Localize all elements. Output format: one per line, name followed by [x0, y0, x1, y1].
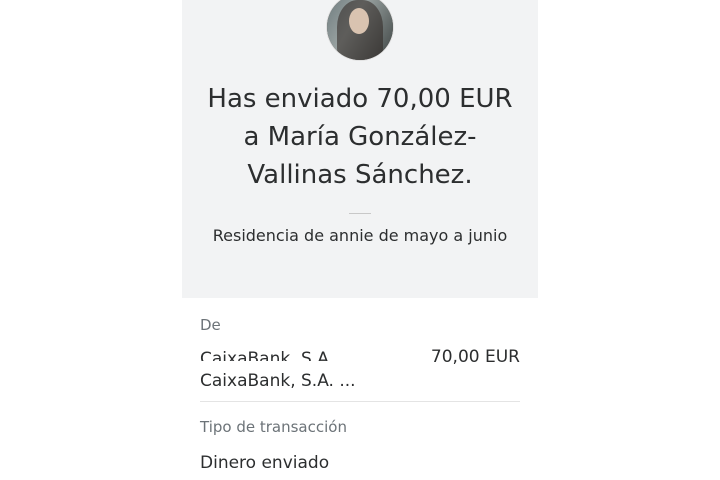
section-divider	[200, 401, 520, 402]
confirmation-title: Has enviado 70,00 EUR a María González- …	[182, 80, 538, 194]
from-account-name-full: CaixaBank, S.A. ...	[200, 371, 356, 391]
title-line-2: a María González-	[243, 122, 477, 152]
transaction-type-label: Tipo de transacción	[200, 418, 347, 436]
transaction-card: Has enviado 70,00 EUR a María González- …	[182, 0, 538, 480]
payment-confirmation-page: Has enviado 70,00 EUR a María González- …	[0, 0, 720, 480]
title-line-3: Vallinas Sánchez.	[247, 160, 473, 190]
from-account-name: CaixaBank, S.A.	[200, 349, 334, 361]
from-amount: 70,00 EUR	[430, 347, 520, 367]
transaction-type-value: Dinero enviado	[200, 453, 330, 473]
avatar-face	[349, 8, 369, 34]
confirmation-header: Has enviado 70,00 EUR a María González- …	[182, 0, 538, 298]
payment-note: Residencia de annie de mayo a junio	[212, 226, 508, 245]
title-divider	[349, 213, 371, 214]
recipient-avatar	[327, 0, 393, 60]
from-label: De	[200, 316, 221, 334]
title-line-1: Has enviado 70,00 EUR	[207, 84, 513, 114]
